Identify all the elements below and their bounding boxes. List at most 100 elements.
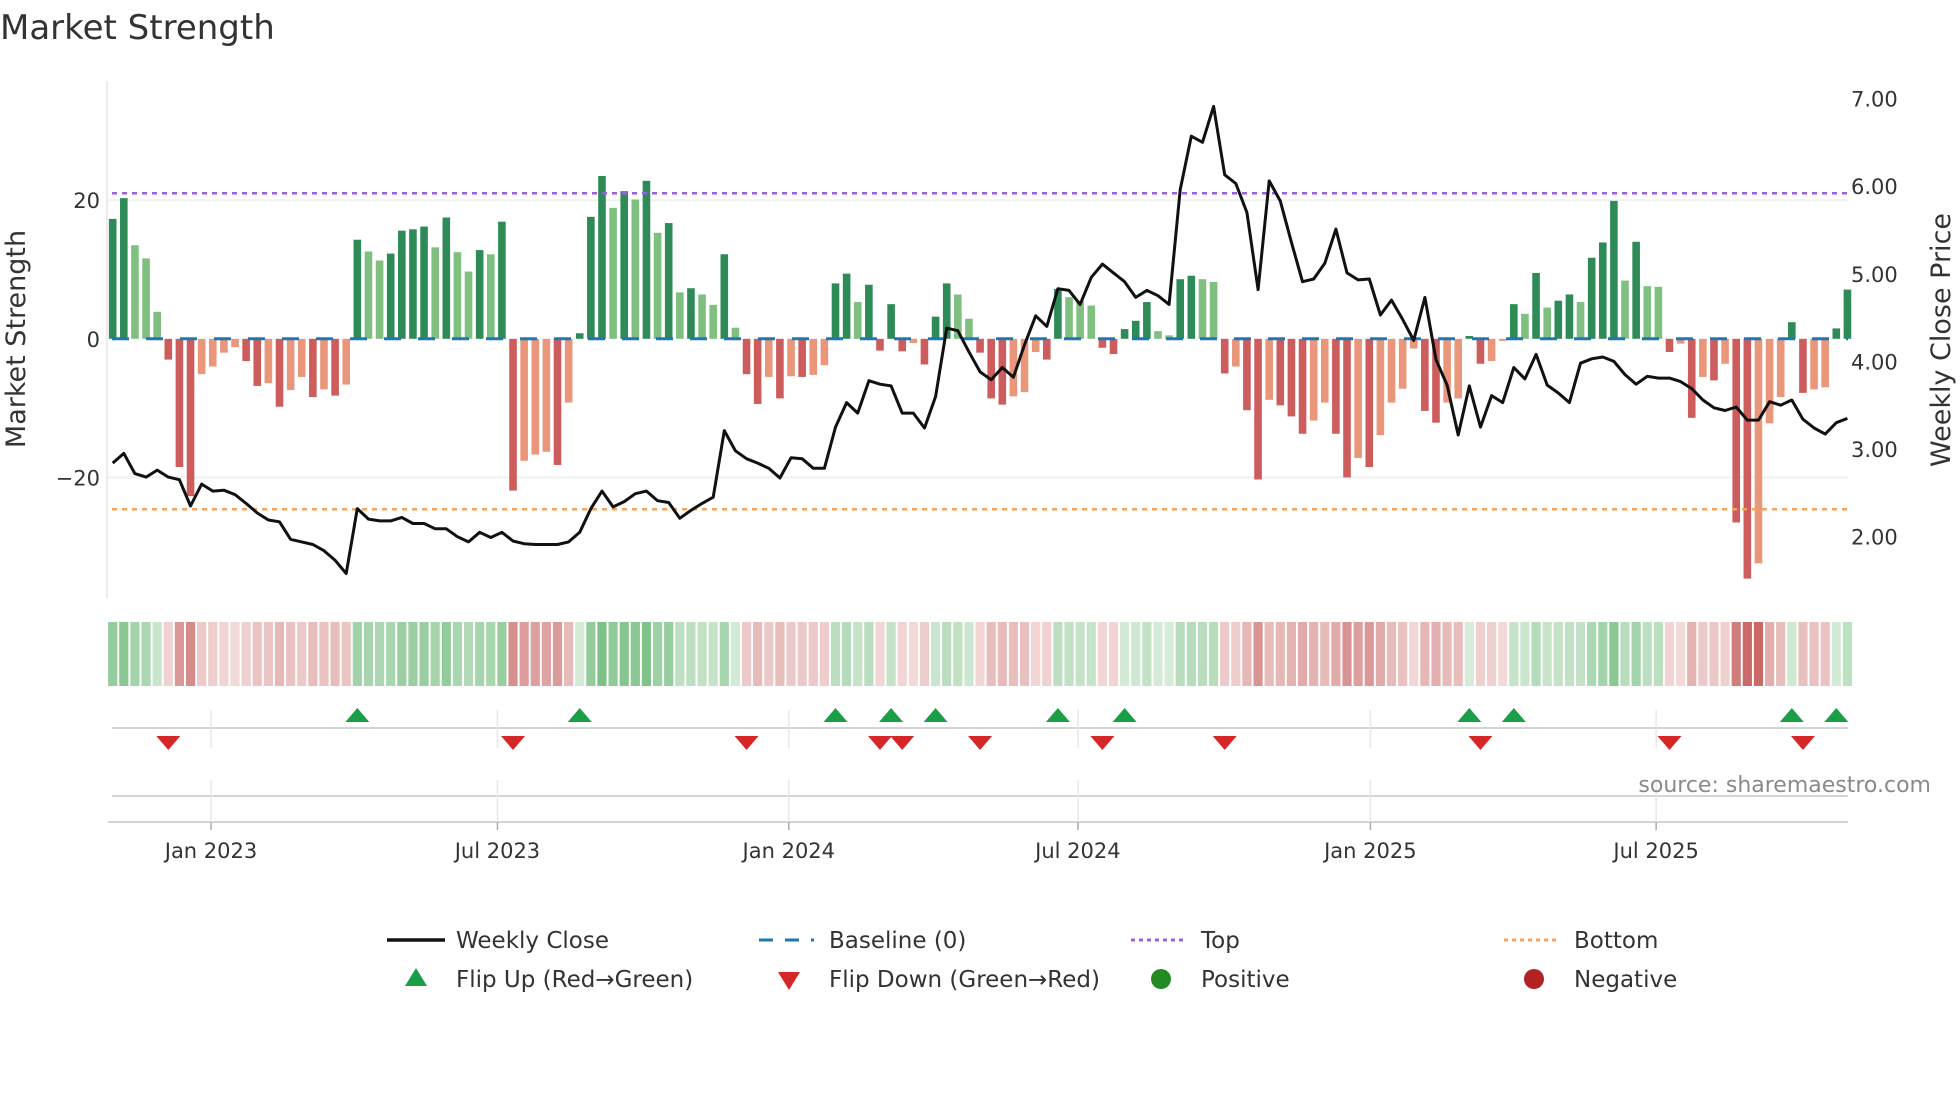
strip-cell — [741, 622, 752, 686]
strip-cell — [219, 622, 229, 686]
strip-cell — [352, 622, 362, 686]
strength-bar — [1643, 286, 1652, 339]
strength-bar — [1721, 338, 1729, 364]
strip-cell — [842, 622, 852, 686]
strength-bar — [898, 338, 907, 352]
strength-bar — [798, 338, 806, 377]
strip-cell — [1053, 622, 1063, 686]
strip-cell — [1342, 622, 1352, 686]
x-axis-ticks: Jan 2023 Jul 2023 Jan 2024 Jul 2024 Jan 2025… — [163, 710, 1699, 863]
strip-cell — [875, 622, 885, 686]
strip-cell — [263, 622, 273, 686]
strip-cell — [185, 622, 196, 686]
strength-bar — [520, 338, 528, 461]
strength-bar — [453, 252, 462, 339]
strip-cell — [1520, 622, 1530, 686]
strip-cell — [608, 622, 618, 686]
strip-cell — [508, 622, 518, 686]
negative-dot-icon — [1524, 969, 1544, 989]
strip-cell — [1664, 622, 1675, 686]
strength-bar — [1776, 338, 1785, 398]
strength-bar — [764, 338, 773, 377]
strip-cell — [1164, 622, 1174, 686]
strip-cell — [919, 622, 930, 686]
strength-bar — [664, 223, 673, 339]
strength-bar — [1743, 338, 1752, 579]
strength-bar — [498, 221, 506, 339]
strip-cell — [764, 622, 774, 686]
strength-bar — [642, 180, 651, 339]
strip-cell — [630, 622, 640, 686]
strip-cell — [308, 622, 318, 686]
strip-cell — [1120, 622, 1130, 686]
flip-up-marker — [1045, 708, 1070, 722]
strip-cell — [953, 622, 963, 686]
strip-cell — [1320, 622, 1330, 686]
source-label: source: sharemaestro.com — [1638, 773, 1931, 798]
strength-bar — [1187, 275, 1196, 339]
strength-bar — [108, 218, 117, 339]
strength-bar — [297, 338, 306, 377]
strip-cell — [1131, 622, 1141, 686]
strip-cell — [1776, 622, 1786, 686]
strip-cell — [1353, 622, 1363, 686]
strip-cell — [1742, 622, 1752, 686]
strength-bar — [1387, 338, 1396, 403]
strip-cell — [775, 622, 785, 686]
strength-bar — [1065, 297, 1073, 339]
strip-cell — [1431, 622, 1441, 686]
strength-bar — [1087, 305, 1096, 339]
market-strength-chart: Market Strength 20 0 −20 7.00 6.00 5.00 4.00 3… — [0, 8, 1957, 993]
strength-bar — [1732, 338, 1741, 523]
flip-up-marker — [1779, 708, 1804, 722]
strength-bar — [275, 338, 284, 407]
strip-cell — [1453, 622, 1463, 686]
strength-bar — [1521, 313, 1529, 339]
strip-cell — [1420, 622, 1430, 686]
strength-bar — [208, 338, 217, 367]
strip-cell — [452, 622, 463, 686]
y2-tick-label: 7.00 — [1851, 88, 1898, 112]
strength-bar — [253, 338, 262, 386]
strip-cell — [341, 622, 351, 686]
strip-cell — [908, 622, 918, 686]
strip-cell — [1575, 622, 1586, 686]
strength-bar — [264, 338, 273, 384]
strip-cell — [386, 622, 396, 686]
strength-bar — [1621, 280, 1629, 339]
strength-bar — [1565, 294, 1574, 339]
strength-bar — [1287, 338, 1296, 417]
strip-cell — [397, 622, 407, 686]
strip-cell — [141, 622, 151, 686]
flip-down-marker — [156, 736, 181, 750]
strength-bar — [1799, 338, 1807, 393]
strip-cell — [1097, 622, 1107, 686]
strength-bar — [442, 217, 451, 339]
strength-bar — [286, 338, 295, 391]
strip-cell — [1553, 622, 1563, 686]
strength-bar — [1031, 338, 1040, 352]
strip-cell — [719, 622, 729, 686]
strength-bar — [320, 338, 328, 390]
strength-bar — [1832, 328, 1841, 339]
strength-bar — [1176, 279, 1185, 339]
strength-bar — [809, 338, 818, 375]
flip-up-marker — [823, 708, 848, 722]
strength-bar — [1320, 338, 1329, 403]
x-tick-label: Jul 2023 — [453, 839, 540, 863]
strip-cell — [1698, 622, 1708, 686]
flip-down-marker — [890, 736, 915, 750]
strength-bar — [842, 273, 851, 339]
flip-up-marker — [923, 708, 948, 722]
strip-cell — [1709, 622, 1719, 686]
legend-bottom: Bottom — [1574, 928, 1658, 954]
x-tick-label: Jan 2023 — [163, 839, 258, 863]
strength-bar — [1109, 338, 1118, 355]
flip-down-marker — [1212, 736, 1237, 750]
strip-cell — [1220, 622, 1230, 686]
strip-cell — [1208, 622, 1219, 686]
strength-bar — [1398, 338, 1407, 389]
strength-bar — [1042, 338, 1051, 360]
strip-cell — [930, 622, 941, 686]
flip-down-marker — [1468, 736, 1493, 750]
